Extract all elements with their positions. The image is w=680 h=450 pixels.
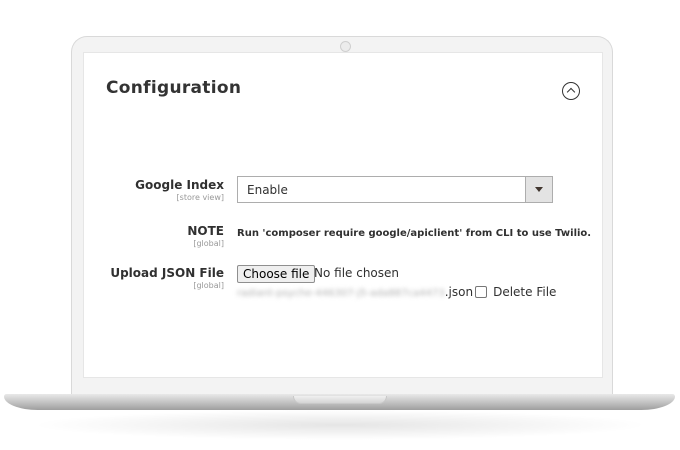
uploaded-file-row: radiant-psyche-446307-j5-ada887ca4473.js… (237, 284, 567, 302)
google-index-label-text: Google Index (135, 178, 224, 192)
uploaded-filename-ext: .json (444, 285, 474, 299)
google-index-select[interactable]: Enable (237, 176, 553, 203)
note-label-text: NOTE (187, 224, 224, 238)
google-index-label: Google Index [store view] (135, 178, 224, 202)
note-label: NOTE [global] (187, 224, 224, 248)
google-index-scope: [store view] (176, 193, 224, 202)
file-status: No file chosen (314, 266, 400, 280)
delete-file-label[interactable]: Delete File (493, 285, 556, 299)
laptop-screen (83, 52, 603, 378)
upload-json-scope: [global] (193, 281, 224, 290)
camera-icon (340, 41, 351, 52)
delete-file-checkbox[interactable] (475, 286, 488, 298)
note-text: Run 'composer require google/apiclient' … (237, 228, 592, 239)
laptop-base-notch (293, 396, 387, 404)
page-title: Configuration (106, 78, 242, 98)
choose-file-button[interactable]: Choose file (237, 265, 316, 283)
google-index-selected-value: Enable (247, 183, 288, 197)
laptop-shadow (30, 410, 650, 440)
caret-down-icon[interactable] (525, 177, 552, 202)
note-scope: [global] (193, 239, 224, 248)
upload-json-label: Upload JSON File [global] (110, 266, 224, 290)
upload-json-label-text: Upload JSON File (110, 266, 224, 280)
uploaded-filename-blurred: radiant-psyche-446307-j5-ada887ca4473 (237, 288, 445, 299)
chevron-up-circle-icon[interactable] (562, 82, 580, 100)
